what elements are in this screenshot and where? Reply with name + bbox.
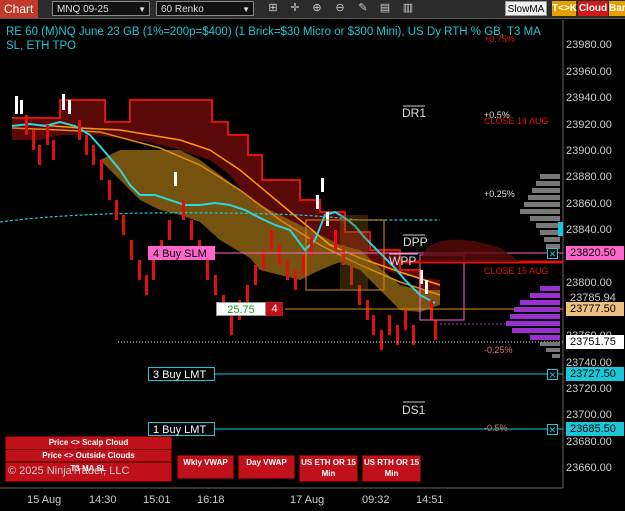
buy-lmt-1-price-tag: 23685.50 [566, 422, 624, 436]
price-label: 23800.00 [566, 277, 612, 289]
wkly-vwap-button[interactable]: Wkly VWAP [177, 455, 234, 479]
time-label: 15:01 [143, 494, 171, 506]
close-icon[interactable]: ✕ [547, 248, 558, 259]
price-label: 23940.00 [566, 92, 612, 104]
buy-lmt-1-order[interactable]: 1 Buy LMT [148, 422, 215, 436]
close-14aug-label: CLOSE 14 AUG [484, 116, 549, 126]
price-label: 23720.00 [566, 383, 612, 395]
dpp-label: DPP [403, 235, 428, 249]
buy-lmt-3-price-tag: 23727.50 [566, 367, 624, 381]
time-label: 09:32 [362, 494, 390, 506]
time-label: 15 Aug [27, 494, 61, 506]
close-icon[interactable]: ✕ [547, 369, 558, 380]
time-label: 14:51 [416, 494, 444, 506]
price-label: 23900.00 [566, 145, 612, 157]
copyright-text: © 2025 NinjaTrader, LLC [8, 465, 130, 477]
last-price-tag: 23751.75 [566, 335, 624, 349]
time-label: 17 Aug [290, 494, 324, 506]
us-eth-or-button[interactable]: US ETH OR 15 Min [299, 455, 358, 482]
plus-025-label: +0.25% [484, 189, 515, 199]
close-15aug-label: CLOSE 15 AUG [484, 266, 549, 276]
close-icon[interactable]: ✕ [547, 424, 558, 435]
price-label: 23980.00 [566, 39, 612, 51]
time-label: 16:18 [197, 494, 225, 506]
minus-025-label: -0.25% [484, 345, 513, 355]
buy-lmt-3-order[interactable]: 3 Buy LMT [148, 367, 215, 381]
right-cloud-fragment [420, 239, 520, 262]
outside-clouds-button[interactable]: Price <> Outside Clouds [5, 449, 172, 462]
chart-canvas[interactable]: DR1 DPP WPP DS1 +0.75% +0.5% CLOSE 14 AU… [0, 0, 625, 511]
minus-05-label: -0.5% [484, 423, 508, 433]
time-axis: 15 Aug 14:30 15:01 16:18 17 Aug 09:32 14… [27, 494, 444, 506]
price-label: 23880.00 [566, 171, 612, 183]
price-label: 23700.00 [566, 409, 612, 421]
position-pnl[interactable]: 25.75 [216, 302, 266, 316]
price-label: 23680.00 [566, 436, 612, 448]
scalp-cloud-button[interactable]: Price <> Scalp Cloud [5, 436, 172, 450]
wpp-label: WPP [389, 254, 416, 268]
ds1-label: DS1 [402, 403, 426, 417]
price-label: 23860.00 [566, 198, 612, 210]
price-label: 23960.00 [566, 66, 612, 78]
price-label: 23660.00 [566, 462, 612, 474]
price-label: 23920.00 [566, 119, 612, 131]
buy-slm-price-tag: 23820.50 [566, 246, 624, 260]
price-label: 23840.00 [566, 224, 612, 236]
us-rth-or-button[interactable]: US RTH OR 15 Min [362, 455, 421, 482]
buy-slm-order[interactable]: 4 Buy SLM [148, 246, 215, 260]
day-vwap-button[interactable]: Day VWAP [238, 455, 295, 479]
position-entry-tag: 23777.50 [566, 302, 624, 316]
dr1-label: DR1 [402, 106, 426, 120]
time-label: 14:30 [89, 494, 117, 506]
chart-title: RE 60 (M)NQ June 23 GB (1%=200p=$400) (1… [6, 26, 541, 52]
position-quantity[interactable]: 4 [266, 302, 283, 316]
